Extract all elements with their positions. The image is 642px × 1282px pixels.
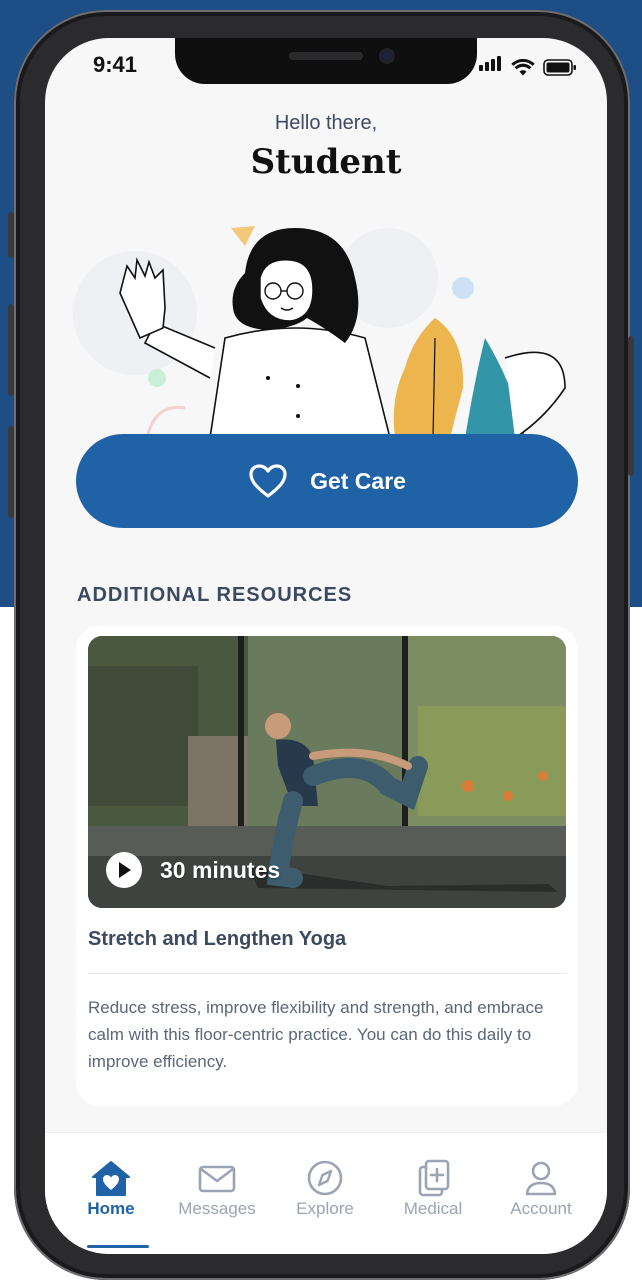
bottom-tab-bar: Home Messages Explore Medical Account xyxy=(45,1132,607,1254)
mail-icon xyxy=(198,1165,236,1193)
status-icons xyxy=(479,56,577,76)
tab-medical-label: Medical xyxy=(403,1199,463,1218)
tab-messages[interactable]: Messages xyxy=(163,1159,271,1219)
tab-account-label: Account xyxy=(510,1199,572,1218)
tab-medical[interactable]: Medical xyxy=(379,1159,487,1219)
home-heart-icon xyxy=(92,1161,130,1196)
video-duration-row: 30 minutes xyxy=(106,852,280,888)
tab-explore[interactable]: Explore xyxy=(271,1159,379,1219)
welcome-illustration xyxy=(73,226,566,438)
medical-records-icon xyxy=(418,1159,450,1197)
cellular-signal-icon xyxy=(479,56,503,76)
user-icon xyxy=(525,1161,557,1196)
section-title: ADDITIONAL RESOURCES xyxy=(77,584,353,606)
tab-messages-label: Messages xyxy=(178,1199,256,1218)
phone-action-button xyxy=(8,212,14,258)
active-tab-indicator xyxy=(87,1245,149,1248)
resource-title[interactable]: Stretch and Lengthen Yoga xyxy=(88,928,346,951)
notch xyxy=(175,38,477,84)
play-icon[interactable] xyxy=(106,852,142,888)
tab-explore-label: Explore xyxy=(296,1199,354,1218)
speaker xyxy=(289,52,363,60)
tab-home[interactable]: Home xyxy=(57,1159,165,1219)
app-screen: 9:41 Hello there, Student Get Care ADDIT… xyxy=(45,38,607,1254)
battery-icon xyxy=(543,59,576,76)
status-time: 9:41 xyxy=(93,52,138,77)
phone-volume-up xyxy=(8,304,14,396)
video-thumbnail[interactable]: 30 minutes xyxy=(88,636,566,908)
get-care-label: Get Care xyxy=(310,467,406,494)
video-duration: 30 minutes xyxy=(160,856,281,883)
phone-power-button xyxy=(628,336,634,476)
wifi-icon xyxy=(511,59,535,76)
resource-card[interactable]: 30 minutes Stretch and Lengthen Yoga Red… xyxy=(76,626,578,1106)
phone-volume-down xyxy=(8,426,14,518)
greeting-text: Hello there, xyxy=(274,112,378,134)
compass-icon xyxy=(307,1160,343,1196)
front-camera xyxy=(379,48,395,64)
tab-account[interactable]: Account xyxy=(487,1159,595,1219)
user-name: Student xyxy=(250,142,402,182)
resource-description: Reduce stress, improve flexibility and s… xyxy=(88,998,544,1071)
tab-home-label: Home xyxy=(87,1199,135,1218)
get-care-button[interactable]: Get Care xyxy=(76,434,578,528)
heart-icon xyxy=(249,464,287,498)
card-divider xyxy=(88,973,566,974)
